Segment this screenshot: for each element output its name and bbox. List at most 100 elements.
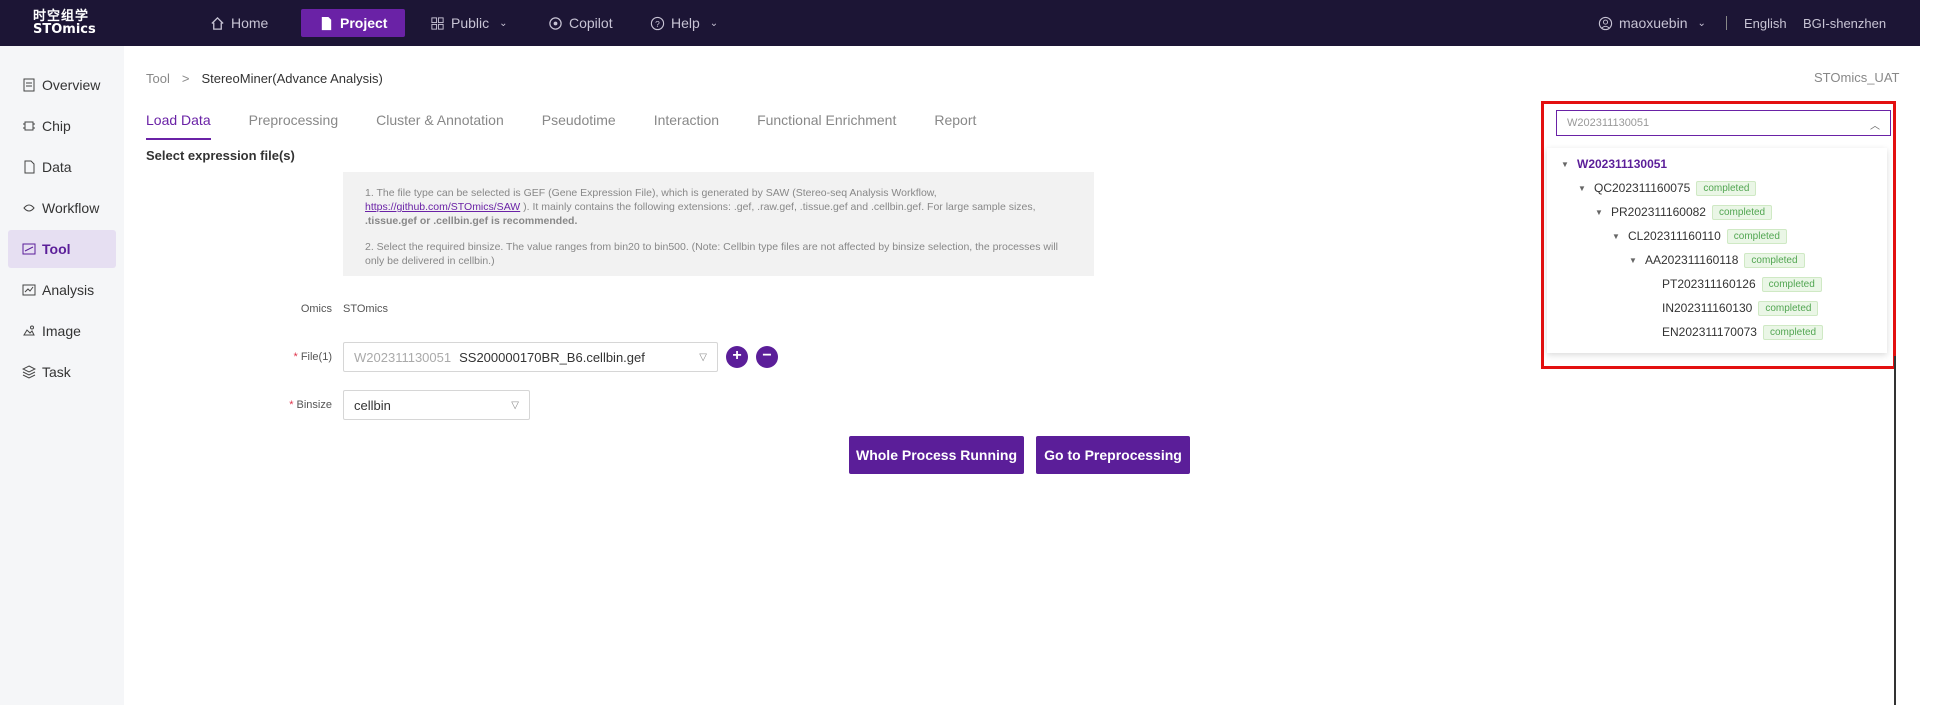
breadcrumb-separator: >: [181, 71, 190, 86]
logo-text-en: STOmics: [33, 22, 96, 37]
tree-node-label: QC202311160075: [1594, 181, 1691, 195]
caret-down-icon[interactable]: ▼: [1629, 256, 1639, 265]
sidebar-item-image[interactable]: Image: [8, 312, 116, 350]
add-file-button[interactable]: +: [726, 346, 748, 368]
tab-report[interactable]: Report: [934, 112, 976, 140]
remove-file-button[interactable]: −: [756, 346, 778, 368]
logo[interactable]: 时空组学 STOmics: [33, 10, 96, 36]
tool-icon: [22, 243, 36, 255]
caret-down-icon[interactable]: ▼: [1612, 232, 1622, 241]
status-badge: completed: [1758, 300, 1819, 316]
notice-bold-text: .tissue.gef or .cellbin.gef is recommend…: [365, 215, 578, 227]
nav-copilot[interactable]: Copilot: [548, 9, 613, 37]
chevron-down-icon: ⌄: [709, 17, 719, 29]
panel-border: [1894, 356, 1896, 705]
region-switch[interactable]: BGI-shenzhen: [1803, 9, 1886, 37]
nav-copilot-label: Copilot: [569, 15, 613, 31]
sidebar-item-label: Task: [42, 364, 71, 380]
chevron-down-icon: ▽: [511, 400, 519, 411]
nav-home-label: Home: [231, 15, 269, 31]
file-label: * File(1): [232, 351, 332, 363]
tree-node-label: IN202311160130: [1662, 301, 1753, 315]
sidebar-item-analysis[interactable]: Analysis: [8, 271, 116, 309]
sidebar-item-task[interactable]: Task: [8, 353, 116, 391]
file-prefix: W202311130051: [354, 349, 452, 365]
project-tree-select[interactable]: W202311130051 ︿: [1556, 110, 1891, 136]
sidebar-item-tool[interactable]: Tool: [8, 230, 116, 268]
svg-text:?: ?: [655, 18, 660, 28]
tree-node[interactable]: IN202311160130 completed: [1646, 298, 1819, 318]
binsize-select[interactable]: cellbin ▽: [343, 390, 530, 420]
tab-pseudotime[interactable]: Pseudotime: [542, 112, 616, 140]
chevron-down-icon: ⌄: [1697, 17, 1706, 29]
required-marker: *: [289, 399, 294, 411]
copilot-icon: [549, 16, 562, 30]
tree-node-label: AA202311160118: [1645, 253, 1739, 267]
status-badge: completed: [1726, 228, 1787, 244]
tree-node[interactable]: ▼ PR202311160082 completed: [1595, 202, 1773, 222]
go-to-preprocessing-button[interactable]: Go to Preprocessing: [1036, 436, 1190, 474]
tree-node-label: PR202311160082: [1611, 205, 1706, 219]
user-menu[interactable]: maoxuebin ⌄: [1598, 9, 1706, 37]
nav-project[interactable]: Project: [301, 9, 406, 37]
data-icon: [24, 160, 35, 174]
tree-node[interactable]: ▼ W202311130051: [1561, 154, 1667, 174]
file-select[interactable]: W202311130051 SS200000170BR_B6.cellbin.g…: [343, 342, 718, 372]
omics-value: STOmics: [343, 303, 389, 315]
tab-cluster-annotation[interactable]: Cluster & Annotation: [376, 112, 504, 140]
tab-functional-enrichment[interactable]: Functional Enrichment: [757, 112, 896, 140]
help-icon: ?: [650, 16, 665, 30]
caret-down-icon[interactable]: ▼: [1578, 184, 1588, 193]
sidebar-item-chip[interactable]: Chip: [8, 107, 116, 145]
saw-link[interactable]: https://github.com/STOmics/SAW: [365, 201, 520, 213]
sidebar-item-data[interactable]: Data: [8, 148, 116, 186]
tab-load-data[interactable]: Load Data: [146, 112, 211, 140]
tree-node[interactable]: ▼ QC202311160075 completed: [1578, 178, 1757, 198]
tab-interaction[interactable]: Interaction: [654, 112, 719, 140]
task-icon: [22, 365, 36, 379]
sidebar-item-label: Data: [42, 159, 72, 175]
environment-label: STOmics_UAT: [1814, 70, 1900, 85]
tree-node[interactable]: EN202311170073 completed: [1646, 322, 1824, 342]
overview-icon: [23, 78, 35, 92]
tree-node[interactable]: PT202311160126 completed: [1646, 274, 1822, 294]
sidebar-item-workflow[interactable]: Workflow: [8, 189, 116, 227]
tree-node[interactable]: ▼ CL202311160110 completed: [1612, 226, 1787, 246]
language-switch[interactable]: English: [1744, 9, 1787, 37]
sidebar-item-overview[interactable]: Overview: [8, 66, 116, 104]
chip-icon: [23, 121, 35, 131]
sidebar-item-label: Image: [42, 323, 81, 339]
caret-down-icon[interactable]: ▼: [1595, 208, 1605, 217]
home-icon: [211, 16, 224, 30]
sidebar: Overview Chip Data Workflow Tool Analysi…: [0, 46, 124, 705]
notice-line-2: 2. Select the required binsize. The valu…: [365, 241, 1058, 267]
chevron-up-icon: ︿: [1870, 121, 1880, 132]
page-edge: [1920, 0, 1945, 705]
omics-label: Omics: [300, 303, 332, 315]
grid-icon: [431, 16, 444, 30]
whole-process-running-button[interactable]: Whole Process Running: [849, 436, 1024, 474]
breadcrumb-root[interactable]: Tool: [146, 71, 170, 86]
binsize-value: cellbin: [354, 397, 391, 413]
language-label: English: [1744, 15, 1787, 31]
nav-help[interactable]: ? Help ⌄: [650, 9, 718, 37]
caret-down-icon[interactable]: ▼: [1561, 160, 1571, 169]
tab-bar: Load Data Preprocessing Cluster & Annota…: [146, 112, 1014, 140]
nav-public-label: Public: [451, 15, 490, 31]
notice-text: 1. The file type can be selected is GEF …: [365, 187, 937, 199]
sidebar-item-label: Workflow: [42, 200, 100, 216]
tree-node[interactable]: ▼ AA202311160118 completed: [1629, 250, 1805, 270]
nav-home[interactable]: Home: [210, 9, 268, 37]
tree-node-label: PT202311160126: [1662, 277, 1756, 291]
status-badge: completed: [1744, 252, 1805, 268]
chevron-down-icon: ⌄: [499, 17, 508, 29]
info-notice: 1. The file type can be selected is GEF …: [343, 172, 1094, 276]
tree-select-value: W202311130051: [1567, 117, 1650, 129]
required-marker: *: [293, 351, 298, 363]
tree-node-label: EN202311170073: [1662, 325, 1757, 339]
status-badge: completed: [1711, 204, 1773, 220]
sidebar-item-label: Analysis: [42, 282, 95, 298]
nav-public[interactable]: Public ⌄: [430, 9, 508, 37]
top-navbar: 时空组学 STOmics Home Project Public ⌄ Copil…: [0, 0, 1920, 46]
tab-preprocessing[interactable]: Preprocessing: [249, 112, 339, 140]
